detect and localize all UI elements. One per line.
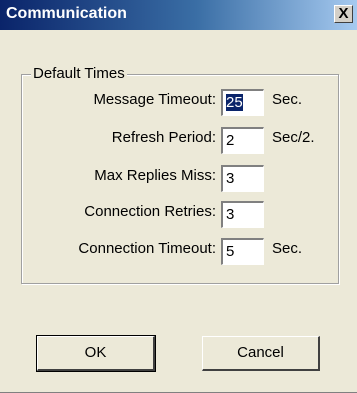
- cancel-button[interactable]: Cancel: [202, 336, 320, 371]
- connection-retries-field[interactable]: 3: [221, 201, 264, 228]
- message-timeout-label: Message Timeout:: [93, 91, 216, 108]
- connection-timeout-unit: Sec.: [272, 240, 303, 257]
- max-replies-miss-field[interactable]: 3: [221, 165, 264, 192]
- connection-timeout-value: 5: [226, 243, 235, 260]
- connection-retries-label: Connection Retries:: [84, 203, 216, 220]
- groupbox-legend: Default Times: [31, 65, 127, 82]
- connection-timeout-label: Connection Timeout:: [78, 240, 216, 257]
- message-timeout-field[interactable]: 25: [221, 89, 264, 116]
- title-bar[interactable]: Communication X: [0, 0, 357, 30]
- max-replies-miss-label: Max Replies Miss:: [94, 167, 216, 184]
- ok-button[interactable]: OK: [36, 335, 156, 372]
- close-icon: X: [338, 5, 349, 22]
- window-title: Communication: [6, 5, 127, 22]
- connection-timeout-field[interactable]: 5: [221, 238, 264, 265]
- communication-dialog: Communication X Default Times Message Ti…: [0, 0, 357, 393]
- refresh-period-value: 2: [226, 132, 235, 149]
- refresh-period-label: Refresh Period:: [111, 129, 216, 146]
- message-timeout-unit: Sec.: [272, 91, 303, 108]
- max-replies-miss-value: 3: [226, 170, 235, 187]
- connection-retries-value: 3: [226, 206, 235, 223]
- close-button[interactable]: X: [334, 5, 353, 23]
- refresh-period-field[interactable]: 2: [221, 127, 264, 154]
- message-timeout-value: 25: [226, 94, 243, 111]
- refresh-period-unit: Sec/2.: [272, 129, 315, 146]
